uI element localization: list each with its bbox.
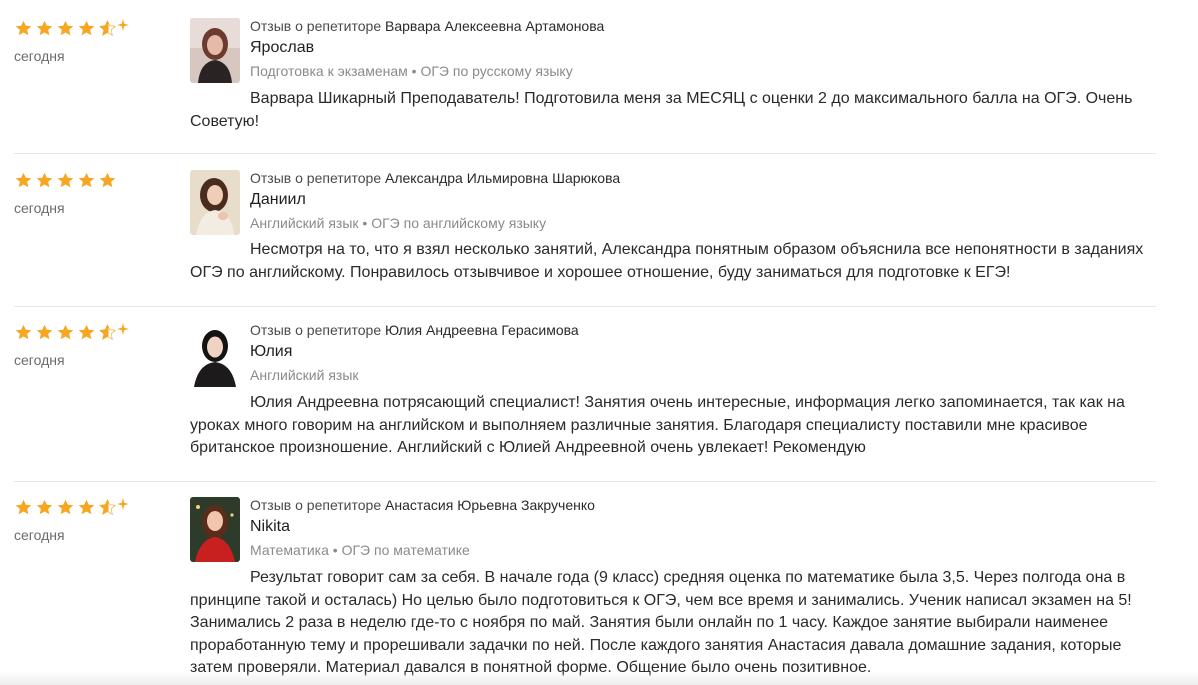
star-rating — [14, 18, 164, 38]
rating-block: сегодня — [14, 322, 164, 368]
star-full-icon — [57, 20, 74, 35]
review-author: Юлия — [250, 343, 293, 360]
sparkle-icon — [117, 497, 129, 510]
review-text: Результат говорит сам за себя. В начале … — [190, 569, 1132, 676]
tutor-line: Отзыв о репетиторе Александра Ильмировна… — [250, 170, 1150, 186]
review-subjects: Подготовка к экзаменам • ОГЭ по русскому… — [250, 63, 573, 79]
star-full-icon — [78, 172, 95, 187]
star-full-icon — [36, 20, 53, 35]
star-half-icon — [98, 323, 117, 340]
tutor-name-link[interactable]: Александра Ильмировна Шарюкова — [385, 170, 620, 186]
rating-block: сегодня — [14, 170, 164, 216]
star-full-icon — [57, 324, 74, 339]
divider — [14, 481, 1156, 482]
divider — [14, 153, 1156, 154]
review-meta: Отзыв о репетиторе Анастасия Юрьевна Зак… — [250, 497, 1150, 558]
star-full-icon — [15, 20, 32, 35]
star-rating — [14, 497, 164, 517]
rating-block: сегодня — [14, 18, 164, 64]
star-full-icon — [15, 172, 32, 187]
star-full-icon — [78, 20, 95, 35]
star-full-icon — [15, 324, 32, 339]
star-half-icon — [98, 498, 117, 515]
tutor-name-link[interactable]: Варвара Алексеевна Артамонова — [385, 18, 604, 34]
sparkle-icon — [117, 18, 129, 31]
star-full-icon — [15, 499, 32, 514]
tutor-avatar — [190, 18, 240, 83]
rating-block: сегодня — [14, 497, 164, 543]
tutor-prefix: Отзыв о репетиторе — [250, 322, 382, 338]
tutor-avatar — [190, 497, 240, 562]
tutor-line: Отзыв о репетиторе Варвара Алексеевна Ар… — [250, 18, 1150, 34]
review-text: Юлия Андреевна потрясающий специалист! З… — [190, 394, 1125, 456]
review-subjects: Английский язык • ОГЭ по английскому язы… — [250, 215, 547, 231]
review-date: сегодня — [14, 200, 65, 216]
star-full-icon — [99, 172, 116, 187]
review-subjects: Математика • ОГЭ по математике — [250, 542, 470, 558]
divider — [14, 306, 1156, 307]
star-full-icon — [36, 172, 53, 187]
star-full-icon — [78, 499, 95, 514]
star-half-icon — [98, 19, 117, 36]
star-full-icon — [36, 324, 53, 339]
tutor-prefix: Отзыв о репетиторе — [250, 170, 382, 186]
review-text: Несмотря на то, что я взял несколько зан… — [190, 241, 1144, 281]
tutor-avatar — [190, 170, 240, 235]
review-author: Ярослав — [250, 39, 315, 56]
review-author: Nikita — [250, 518, 291, 535]
star-full-icon — [57, 499, 74, 514]
tutor-avatar — [190, 322, 240, 387]
star-rating — [14, 170, 164, 190]
review-date: сегодня — [14, 352, 65, 368]
tutor-line: Отзыв о репетиторе Анастасия Юрьевна Зак… — [250, 497, 1150, 513]
tutor-line: Отзыв о репетиторе Юлия Андреевна Гераси… — [250, 322, 1150, 338]
sparkle-icon — [117, 322, 129, 335]
star-full-icon — [36, 499, 53, 514]
review-meta: Отзыв о репетиторе Варвара Алексеевна Ар… — [250, 18, 1150, 79]
tutor-name-link[interactable]: Юлия Андреевна Герасимова — [385, 322, 579, 338]
review-date: сегодня — [14, 48, 65, 64]
tutor-prefix: Отзыв о репетиторе — [250, 497, 382, 513]
star-full-icon — [57, 172, 74, 187]
tutor-prefix: Отзыв о репетиторе — [250, 18, 382, 34]
review-meta: Отзыв о репетиторе Александра Ильмировна… — [250, 170, 1150, 231]
review-author: Даниил — [250, 191, 306, 208]
review-date: сегодня — [14, 527, 65, 543]
review-meta: Отзыв о репетиторе Юлия Андреевна Гераси… — [250, 322, 1150, 383]
bottom-fade — [0, 671, 1198, 685]
review-subjects: Английский язык — [250, 367, 359, 383]
star-rating — [14, 322, 164, 342]
star-full-icon — [78, 324, 95, 339]
review-text: Варвара Шикарный Преподаватель! Подготов… — [190, 90, 1133, 130]
tutor-name-link[interactable]: Анастасия Юрьевна Закрученко — [385, 497, 595, 513]
